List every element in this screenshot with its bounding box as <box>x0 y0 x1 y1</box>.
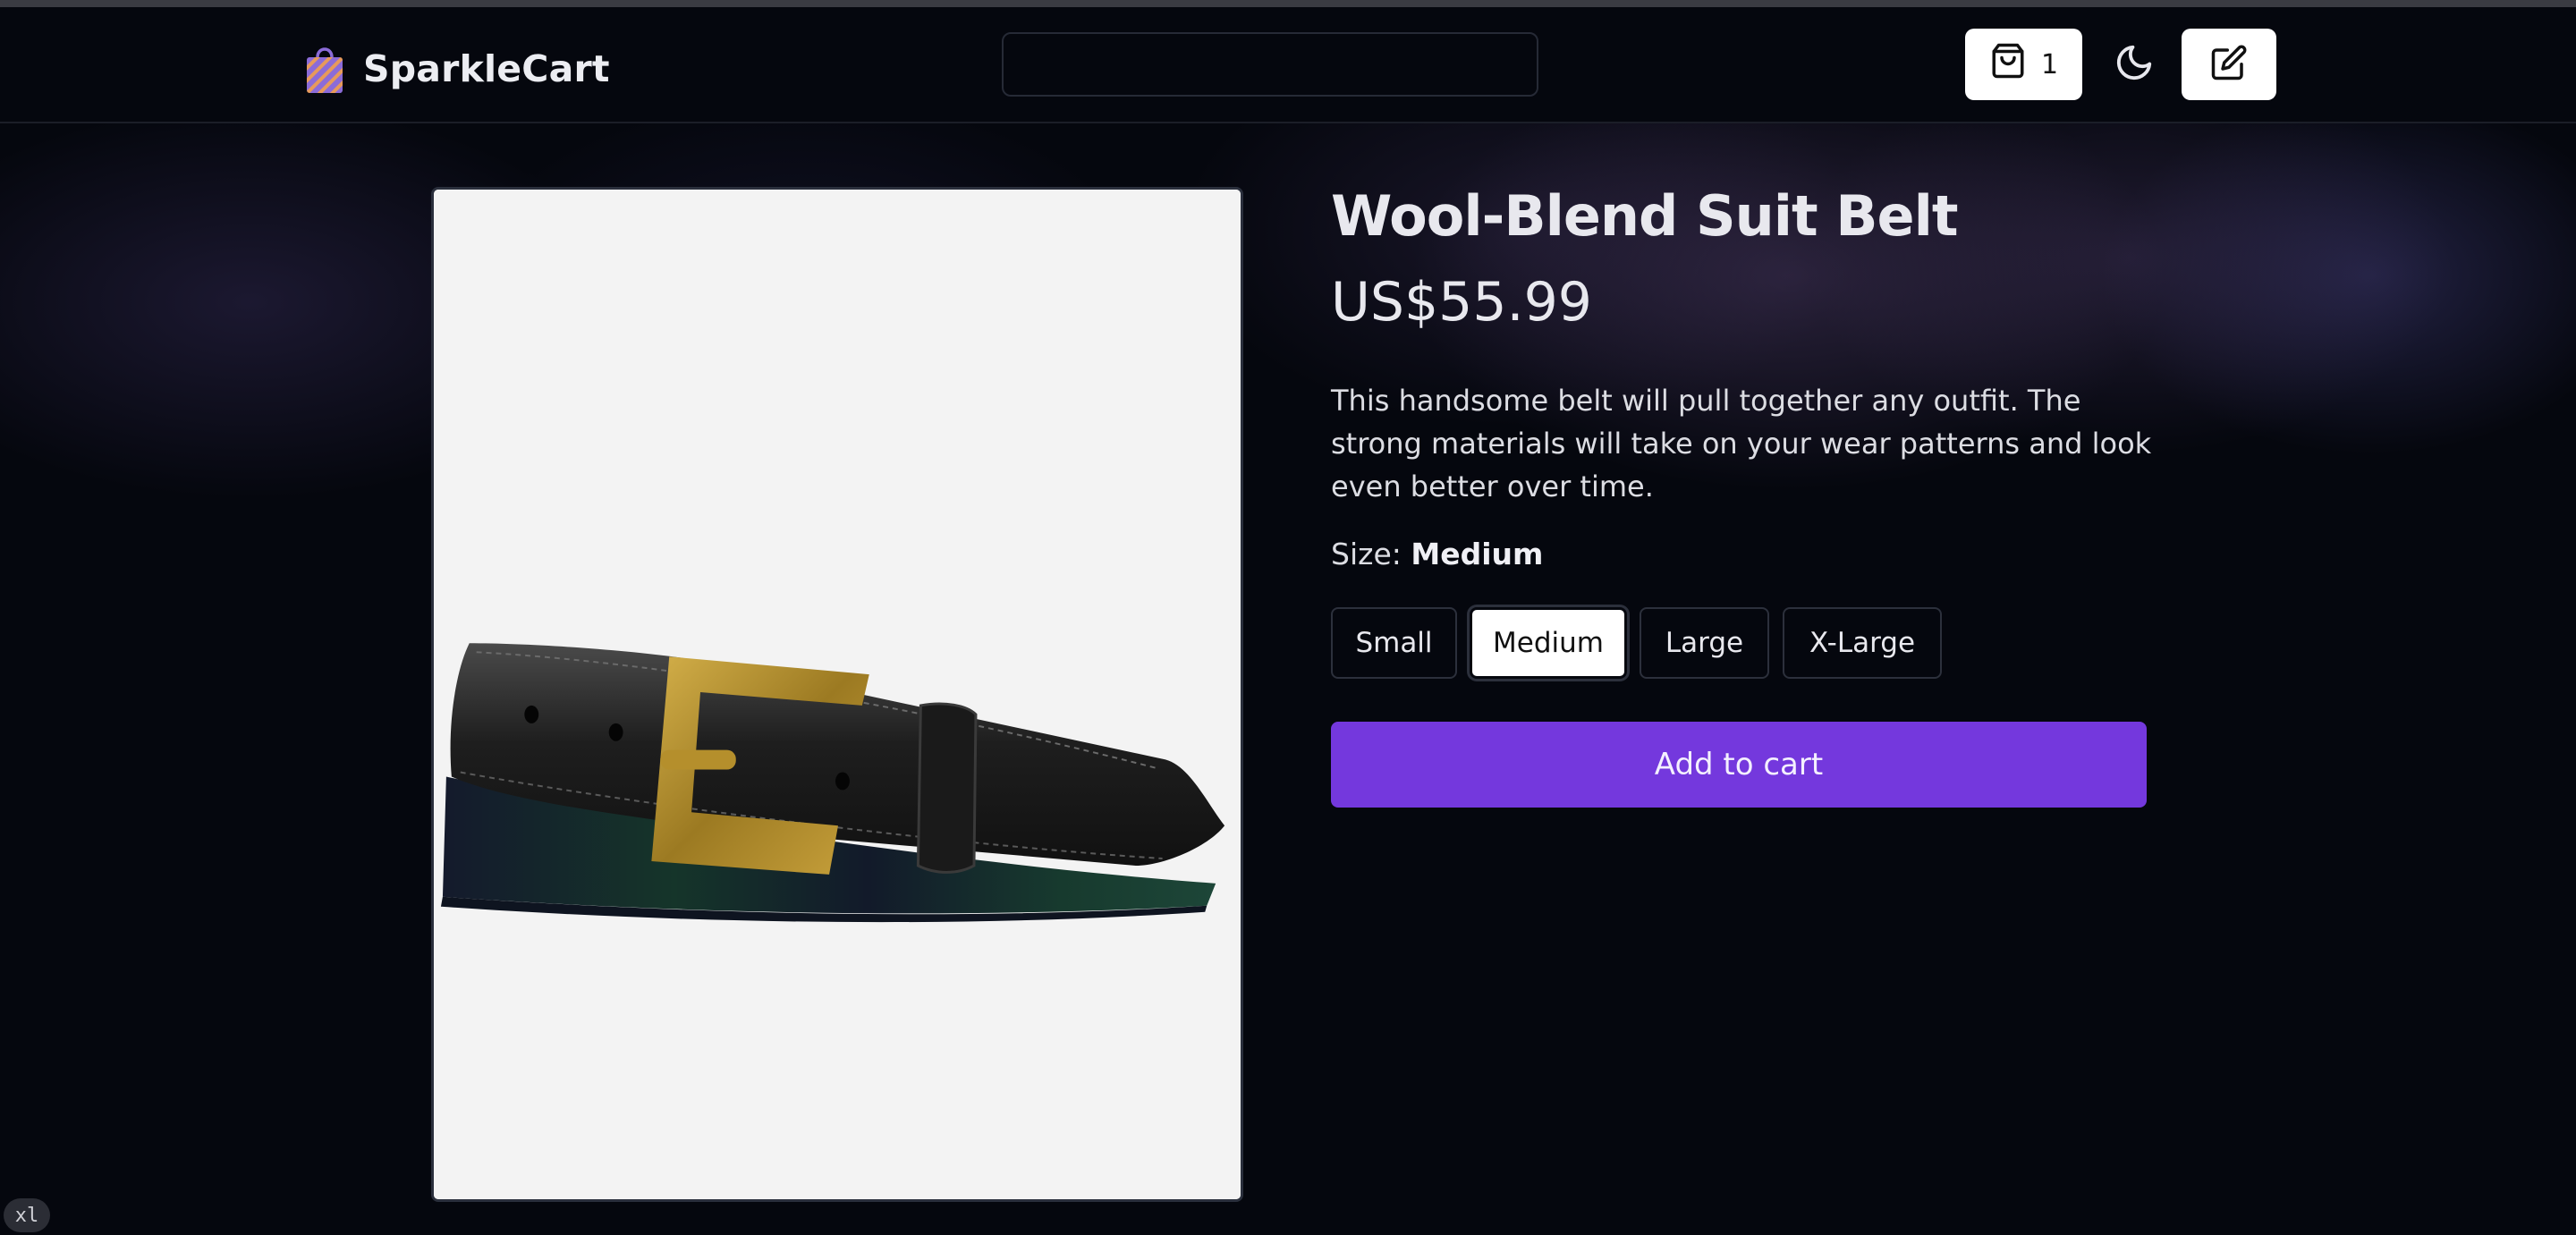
breakpoint-badge: xl <box>4 1198 50 1232</box>
cart-count: 1 <box>2040 48 2059 80</box>
product-price: US$55.99 <box>1331 271 1592 334</box>
product-description: This handsome belt will pull together an… <box>1331 384 2152 503</box>
brand-name: SparkleCart <box>363 47 610 90</box>
size-option-large[interactable]: Large <box>1640 607 1769 679</box>
size-option-medium[interactable]: Medium <box>1470 607 1627 679</box>
size-label: Size: <box>1331 537 1402 571</box>
shopping-bag-icon <box>1989 42 2041 87</box>
cart-button[interactable]: 1 <box>1965 29 2082 100</box>
search-input[interactable] <box>1002 32 1538 97</box>
edit-button[interactable] <box>2182 29 2276 100</box>
product-title: Wool-Blend Suit Belt <box>1331 183 1958 249</box>
shopping-bag-icon <box>304 43 345 95</box>
brand-link[interactable]: SparkleCart <box>304 41 610 97</box>
edit-icon <box>2210 44 2248 85</box>
background-glow <box>0 123 2576 624</box>
size-option-small[interactable]: Small <box>1331 607 1457 679</box>
theme-toggle-button[interactable] <box>2109 39 2159 89</box>
size-summary: Size: Medium <box>1331 537 1543 571</box>
size-option-x-large[interactable]: X-Large <box>1783 607 1942 679</box>
site-header: SparkleCart 1 <box>0 7 2576 123</box>
moon-icon <box>2114 42 2155 87</box>
add-to-cart-button[interactable]: Add to cart <box>1331 722 2147 808</box>
selected-size: Medium <box>1411 537 1544 571</box>
window-top-edge <box>0 0 2576 7</box>
belt-image <box>431 187 1243 1202</box>
